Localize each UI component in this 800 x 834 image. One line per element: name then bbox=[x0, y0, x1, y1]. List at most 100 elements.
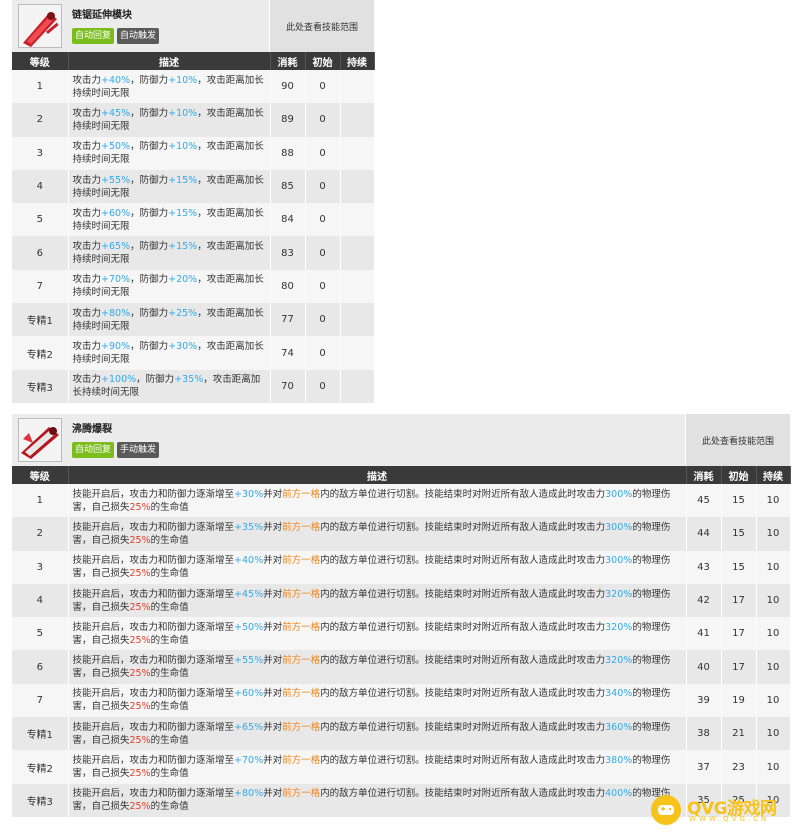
def-buff-value: +30% bbox=[168, 341, 198, 353]
cost-cell: 88 bbox=[270, 136, 306, 170]
damage-multiplier: 380% bbox=[605, 755, 633, 767]
header-level: 等级 bbox=[12, 52, 69, 70]
desc-text: 攻击力 bbox=[72, 141, 102, 153]
def-buff-value: +25% bbox=[168, 307, 198, 319]
table-row: 7 攻击力+70%，防御力+20%，攻击距离加长持续时间无限 80 0 bbox=[12, 269, 375, 304]
table-row: 1 技能开启后，攻击力和防御力逐渐增至+30%并对前方一格内的敌方单位进行切割。技… bbox=[12, 484, 791, 518]
desc-text: 技能开启后，攻击力和防御力逐渐增至 bbox=[72, 555, 235, 567]
table-header-row: 等级 描述 消耗 初始 持续 bbox=[12, 52, 375, 70]
duration-cell: 10 bbox=[756, 650, 791, 684]
table-row: 4 技能开启后，攻击力和防御力逐渐增至+45%并对前方一格内的敌方单位进行切割。技… bbox=[12, 583, 791, 618]
initial-cell: 17 bbox=[721, 583, 757, 618]
initial-cell: 15 bbox=[721, 517, 757, 551]
cost-cell: 45 bbox=[686, 484, 722, 518]
level-cell: 专精2 bbox=[12, 336, 69, 370]
desc-text: 并对 bbox=[263, 788, 283, 800]
table-row: 专精1 攻击力+80%，防御力+25%，攻击距离加长持续时间无限 77 0 bbox=[12, 303, 375, 337]
duration-cell: 10 bbox=[756, 583, 791, 618]
damage-multiplier: 300% bbox=[605, 521, 633, 533]
area-text: 前方一格 bbox=[282, 621, 321, 633]
cost-cell: 80 bbox=[270, 269, 306, 304]
hp-loss-value: 25% bbox=[129, 601, 151, 613]
cost-cell: 74 bbox=[270, 336, 306, 370]
skill-range-button[interactable]: 此处查看技能范围 bbox=[685, 414, 790, 466]
table-row: 6 攻击力+65%，防御力+15%，攻击距离加长持续时间无限 83 0 bbox=[12, 236, 375, 270]
damage-multiplier: 300% bbox=[605, 555, 633, 567]
duration-cell: 10 bbox=[756, 717, 791, 751]
table-row: 5 攻击力+60%，防御力+15%，攻击距离加长持续时间无限 84 0 bbox=[12, 203, 375, 237]
level-cell: 6 bbox=[12, 236, 69, 270]
cost-cell: 77 bbox=[270, 303, 306, 337]
desc-text: ，防御力 bbox=[130, 274, 169, 286]
initial-cell: 23 bbox=[721, 750, 757, 784]
skill-level-table: 等级 描述 消耗 初始 持续 1 攻击力+40%，防御力+10%，攻击距离加长持续… bbox=[12, 52, 375, 403]
area-text: 前方一格 bbox=[282, 655, 321, 667]
atk-buff-value: +45% bbox=[101, 107, 131, 119]
level-cell: 5 bbox=[12, 617, 69, 651]
table-row: 专精3 攻击力+100%，防御力+35%，攻击距离加长持续时间无限 70 0 bbox=[12, 369, 375, 403]
skill-range-button[interactable]: 此处查看技能范围 bbox=[269, 0, 374, 52]
desc-text: 技能开启后，攻击力和防御力逐渐增至 bbox=[72, 788, 235, 800]
initial-cell: 21 bbox=[721, 717, 757, 751]
recovery-type-badge: 自动回复 bbox=[72, 28, 115, 44]
description-cell: 技能开启后，攻击力和防御力逐渐增至+55%并对前方一格内的敌方单位进行切割。技能… bbox=[68, 650, 687, 684]
atk-buff-value: +40% bbox=[101, 74, 131, 86]
skill-level-table: 等级 描述 消耗 初始 持续 1 技能开启后，攻击力和防御力逐渐增至+30%并对前… bbox=[12, 466, 791, 817]
desc-text: ，防御力 bbox=[130, 207, 169, 219]
description-cell: 技能开启后，攻击力和防御力逐渐增至+40%并对前方一格内的敌方单位进行切割。技能… bbox=[68, 550, 687, 584]
level-cell: 3 bbox=[12, 550, 69, 584]
description-cell: 技能开启后，攻击力和防御力逐渐增至+35%并对前方一格内的敌方单位进行切割。技能… bbox=[68, 517, 687, 551]
atk-buff-value: +60% bbox=[101, 207, 131, 219]
desc-text: 内的敌方单位进行切割。技能结束时对附近所有敌人造成此时攻击力 bbox=[320, 755, 606, 767]
def-buff-value: +10% bbox=[168, 141, 198, 153]
duration-cell bbox=[340, 369, 375, 403]
trigger-type-badge: 自动触发 bbox=[117, 28, 160, 44]
table-row: 7 技能开启后，攻击力和防御力逐渐增至+60%并对前方一格内的敌方单位进行切割。技… bbox=[12, 683, 791, 718]
level-cell: 专精3 bbox=[12, 369, 69, 403]
damage-multiplier: 300% bbox=[605, 488, 633, 500]
level-cell: 1 bbox=[12, 70, 69, 104]
table-row: 5 技能开启后，攻击力和防御力逐渐增至+50%并对前方一格内的敌方单位进行切割。技… bbox=[12, 617, 791, 651]
initial-cell: 17 bbox=[721, 617, 757, 651]
duration-cell bbox=[340, 70, 375, 104]
duration-cell bbox=[340, 303, 375, 337]
description-cell: 攻击力+80%，防御力+25%，攻击距离加长持续时间无限 bbox=[68, 303, 271, 337]
hp-loss-value: 25% bbox=[129, 768, 151, 780]
level-cell: 3 bbox=[12, 136, 69, 170]
skill-panel-1: 链锯延伸模块 自动回复 自动触发 此处查看技能范围 等级 描述 消耗 初始 持续… bbox=[12, 0, 375, 403]
description-cell: 技能开启后，攻击力和防御力逐渐增至+60%并对前方一格内的敌方单位进行切割。技能… bbox=[68, 683, 687, 718]
desc-text: 并对 bbox=[263, 521, 283, 533]
header-initial: 初始 bbox=[721, 466, 757, 484]
desc-text: 攻击力 bbox=[72, 74, 102, 86]
desc-text: 攻击力 bbox=[72, 207, 102, 219]
desc-text: ，防御力 bbox=[130, 341, 169, 353]
header-level: 等级 bbox=[12, 466, 69, 484]
description-cell: 技能开启后，攻击力和防御力逐渐增至+30%并对前方一格内的敌方单位进行切割。技能… bbox=[68, 484, 687, 518]
description-cell: 技能开启后，攻击力和防御力逐渐增至+65%并对前方一格内的敌方单位进行切割。技能… bbox=[68, 717, 687, 751]
desc-text: 攻击力 bbox=[72, 374, 102, 386]
level-cell: 专精1 bbox=[12, 717, 69, 751]
area-text: 前方一格 bbox=[282, 788, 321, 800]
def-buff-value: +15% bbox=[168, 207, 198, 219]
header-duration: 持续 bbox=[756, 466, 791, 484]
table-row: 2 攻击力+45%，防御力+10%，攻击距离加长持续时间无限 89 0 bbox=[12, 103, 375, 137]
buff-value: +60% bbox=[234, 688, 264, 700]
header-description: 描述 bbox=[68, 466, 687, 484]
table-row: 2 技能开启后，攻击力和防御力逐渐增至+35%并对前方一格内的敌方单位进行切割。技… bbox=[12, 517, 791, 551]
table-row: 专精2 攻击力+90%，防御力+30%，攻击距离加长持续时间无限 74 0 bbox=[12, 336, 375, 370]
cost-cell: 42 bbox=[686, 583, 722, 618]
description-cell: 技能开启后，攻击力和防御力逐渐增至+70%并对前方一格内的敌方单位进行切割。技能… bbox=[68, 750, 687, 784]
buff-value: +80% bbox=[234, 788, 264, 800]
buff-value: +50% bbox=[234, 621, 264, 633]
description-cell: 攻击力+60%，防御力+15%，攻击距离加长持续时间无限 bbox=[68, 203, 271, 237]
skill-icon-cell bbox=[12, 414, 68, 466]
hp-loss-value: 25% bbox=[129, 668, 151, 680]
site-watermark: QVG游戏网 WWW.QVG.CN bbox=[645, 792, 795, 830]
level-cell: 6 bbox=[12, 650, 69, 684]
level-cell: 专精1 bbox=[12, 303, 69, 337]
buff-value: +70% bbox=[234, 755, 264, 767]
trigger-type-badge: 手动触发 bbox=[117, 442, 160, 458]
atk-buff-value: +100% bbox=[101, 374, 137, 386]
desc-text: 的生命值 bbox=[150, 568, 189, 580]
desc-text: 内的敌方单位进行切割。技能结束时对附近所有敌人造成此时攻击力 bbox=[320, 555, 606, 567]
